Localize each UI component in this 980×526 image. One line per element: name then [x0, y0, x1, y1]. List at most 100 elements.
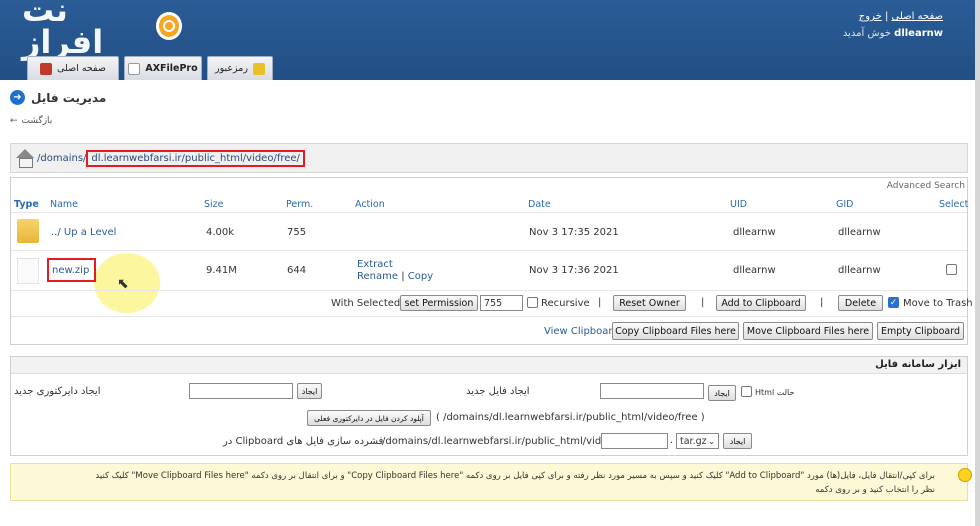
home-icon [40, 62, 53, 75]
upload-file-button[interactable]: آپلود کردن فایل در دایرکتوری فعلی [307, 410, 431, 426]
row1-date: Nov 3 17:35 2021 [529, 227, 619, 238]
col-perm[interactable]: Perm. [286, 199, 313, 210]
col-date[interactable]: Date [528, 199, 551, 210]
logout-link[interactable]: خروج [859, 11, 882, 22]
arrow-right-icon: ➜ [10, 90, 25, 105]
up-level-link[interactable]: ../ Up a Level [51, 227, 116, 238]
key-icon [252, 62, 265, 75]
view-clipboard-link[interactable]: View Clipboard [544, 326, 619, 337]
col-gid[interactable]: GID [836, 199, 853, 210]
move-clipboard-button[interactable]: Move Clipboard Files here [743, 322, 873, 340]
empty-clipboard-button[interactable]: Empty Clipboard [877, 322, 964, 340]
tab-axfilepro-label: AXFilePro [145, 63, 198, 74]
reset-owner-button[interactable]: Reset Owner [613, 295, 686, 311]
row2-actions: Rename | Copy [357, 271, 433, 282]
path-highlight[interactable]: dl.learnwebfarsi.ir/public_html/video/fr… [86, 149, 305, 167]
top-links: صفحه اصلی | خروج [859, 11, 943, 22]
help-note-line2: نظر را انتخاب کنید و بر روی دکمه [815, 485, 935, 495]
home-link[interactable]: صفحه اصلی [892, 11, 943, 22]
toolbar-divider [11, 316, 967, 317]
select-checkbox-new-zip[interactable] [946, 264, 957, 275]
row-divider-2 [11, 290, 967, 291]
rename-link[interactable]: Rename [357, 271, 398, 282]
copy-clipboard-button[interactable]: Copy Clipboard Files here [612, 322, 739, 340]
tab-password-label: رمزعبور [215, 63, 248, 74]
tab-axfilepro[interactable]: AXFilePro [124, 56, 202, 80]
row2-uid: dllearnw [733, 265, 776, 276]
add-to-clipboard-button[interactable]: Add to Clipboard [716, 295, 806, 311]
netafraz-logo[interactable]: نت افراز [22, 0, 182, 58]
page-title: ➜ مدیریت فایل [10, 90, 106, 105]
file-table-panel [10, 177, 968, 345]
row-divider [11, 250, 967, 251]
col-name[interactable]: Name [50, 199, 78, 210]
lightbulb-icon [958, 468, 972, 482]
archive-format-select[interactable]: tar.gz ⌄ [676, 433, 719, 449]
row2-gid: dllearnw [838, 265, 881, 276]
toolbar-separator-1: | [598, 297, 602, 308]
new-directory-label: ایجاد دایرکتوری جدید [14, 386, 101, 397]
permission-input[interactable]: 755 [480, 295, 523, 311]
html-mode-checkbox[interactable] [741, 386, 752, 397]
advanced-search-link[interactable]: Advanced Search [887, 181, 965, 191]
create-file-button[interactable]: ایجاد [708, 385, 736, 401]
toolbar-separator-2: | [701, 297, 705, 308]
col-size[interactable]: Size [204, 199, 224, 210]
folder-icon[interactable] [17, 219, 39, 243]
create-directory-button[interactable]: ایجاد [297, 383, 322, 399]
extract-link[interactable]: Extract [357, 259, 393, 270]
zip-file-icon[interactable] [17, 258, 39, 284]
window-scrollbar[interactable] [975, 0, 980, 526]
root-home-icon[interactable] [15, 149, 35, 168]
archive-dot: . [670, 435, 674, 446]
html-mode-label: حالت Html [755, 388, 795, 397]
toolbar-separator-3: | [820, 297, 824, 308]
row1-size: 4.00k [206, 227, 235, 238]
row1-gid: dllearnw [838, 227, 881, 238]
set-permission-button[interactable]: set Permission [400, 295, 478, 311]
header-divider [11, 212, 967, 213]
move-to-trash-checkbox[interactable] [888, 297, 899, 308]
tab-home[interactable]: صفحه اصلی [27, 56, 119, 80]
logo-text: نت افراز [22, 0, 104, 61]
archive-format-value: tar.gz [680, 435, 707, 447]
copy-link[interactable]: Copy [408, 271, 433, 282]
new-file-input[interactable] [600, 383, 704, 399]
row2-perm: 644 [287, 265, 307, 276]
new-file-label: ایجاد فایل جدید [466, 386, 530, 397]
new-zip-link[interactable]: new.zip [52, 265, 89, 276]
tools-title: ابزار سامانه فایل [11, 357, 967, 374]
action-separator: | [401, 271, 405, 282]
chevron-down-icon: ⌄ [708, 436, 715, 446]
col-select[interactable]: Select [939, 199, 968, 210]
welcome-text: خوش آمدید [842, 28, 891, 39]
col-uid[interactable]: UID [730, 199, 747, 210]
compress-button[interactable]: ایجاد [723, 433, 752, 449]
tab-password[interactable]: رمزعبور [207, 56, 273, 80]
recursive-checkbox[interactable] [527, 297, 538, 308]
col-type[interactable]: Type [14, 199, 39, 210]
with-selected-label: With Selected [331, 298, 401, 309]
new-directory-input[interactable] [189, 383, 293, 399]
delete-button[interactable]: Delete [838, 295, 883, 311]
back-arrow-icon: ← [10, 116, 18, 126]
col-action: Action [355, 199, 385, 210]
logo-power-icon [155, 12, 182, 40]
help-note: برای کپی/انتقال فایل، فایل(ها) مورد "Add… [10, 463, 968, 501]
compress-label: فشرده سازی فایل های Clipboard در [223, 436, 384, 447]
mouse-cursor-icon: ⬉ [117, 276, 129, 292]
upload-path-text: ( /domains/dl.learnwebfarsi.ir/public_ht… [436, 412, 705, 423]
path-prefix[interactable]: /domains/ [37, 153, 86, 164]
archive-name-input[interactable] [601, 433, 668, 449]
back-link[interactable]: ← بازگشت [10, 116, 52, 126]
welcome-message: dllearnw خوش آمدید [843, 28, 943, 39]
move-to-trash-label: Move to Trash [903, 298, 973, 309]
recursive-label: Recursive [541, 298, 590, 309]
back-link-text: بازگشت [21, 116, 53, 126]
row2-date: Nov 3 17:36 2021 [529, 265, 619, 276]
path-bar: /domains/ dl.learnwebfarsi.ir/public_htm… [10, 143, 968, 173]
row1-perm: 755 [287, 227, 307, 238]
tab-home-label: صفحه اصلی [57, 63, 106, 74]
link-separator: | [884, 11, 889, 22]
welcome-username: dllearnw [894, 28, 943, 39]
